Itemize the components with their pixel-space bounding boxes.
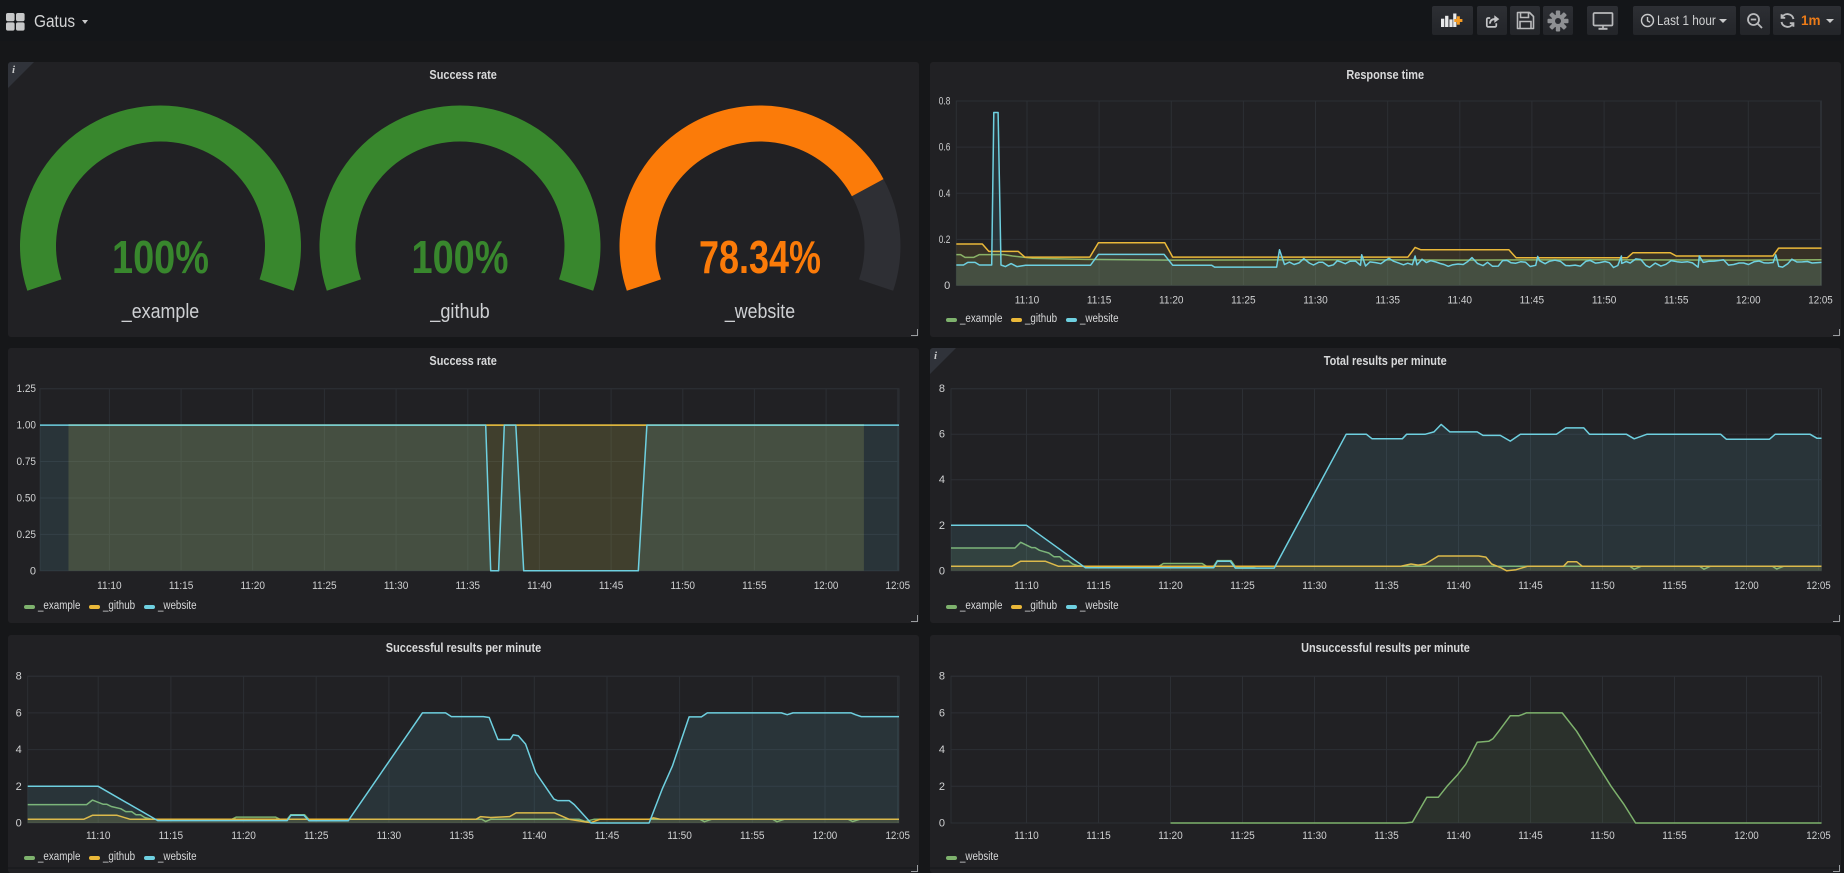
svg-text:11:50: 11:50 (671, 580, 696, 592)
svg-text:11:30: 11:30 (1302, 830, 1327, 842)
svg-text:12:05: 12:05 (1806, 580, 1831, 592)
svg-text:11:15: 11:15 (1086, 580, 1111, 592)
svg-text:11:40: 11:40 (1446, 830, 1471, 842)
svg-text:11:45: 11:45 (599, 580, 624, 592)
svg-text:0: 0 (939, 565, 945, 577)
svg-text:12:00: 12:00 (813, 830, 838, 842)
svg-text:11:55: 11:55 (1664, 295, 1689, 307)
svg-text:11:25: 11:25 (312, 580, 337, 592)
svg-text:12:00: 12:00 (1734, 580, 1759, 592)
svg-text:11:30: 11:30 (377, 830, 402, 842)
svg-text:0: 0 (30, 565, 36, 577)
svg-text:11:15: 11:15 (1086, 830, 1111, 842)
svg-text:11:15: 11:15 (159, 830, 184, 842)
svg-text:1.00: 1.00 (17, 420, 37, 432)
svg-text:11:40: 11:40 (527, 580, 552, 592)
svg-text:11:20: 11:20 (1159, 295, 1184, 307)
svg-text:11:15: 11:15 (1087, 295, 1112, 307)
svg-text:11:55: 11:55 (1662, 580, 1687, 592)
svg-text:11:10: 11:10 (97, 580, 122, 592)
svg-text:0: 0 (16, 818, 22, 830)
svg-text:11:35: 11:35 (1374, 580, 1399, 592)
svg-text:100%: 100% (412, 231, 509, 283)
svg-text:12:05: 12:05 (1808, 295, 1833, 307)
svg-text:0.75: 0.75 (17, 456, 37, 468)
svg-text:11:45: 11:45 (1518, 830, 1543, 842)
svg-text:2: 2 (16, 781, 22, 793)
svg-text:0: 0 (944, 280, 950, 292)
svg-text:8: 8 (939, 383, 945, 395)
svg-text:11:50: 11:50 (1592, 295, 1617, 307)
svg-text:0.8: 0.8 (939, 96, 951, 108)
svg-text:1.25: 1.25 (17, 383, 37, 395)
svg-text:0.2: 0.2 (939, 234, 951, 246)
svg-text:11:25: 11:25 (304, 830, 329, 842)
svg-text:11:20: 11:20 (1158, 580, 1183, 592)
svg-text:0.6: 0.6 (939, 142, 951, 154)
svg-text:11:55: 11:55 (1662, 830, 1687, 842)
svg-text:11:10: 11:10 (1014, 830, 1039, 842)
svg-text:4: 4 (16, 744, 22, 756)
svg-text:11:10: 11:10 (1015, 295, 1040, 307)
svg-text:11:20: 11:20 (240, 580, 265, 592)
svg-text:_example: _example (121, 301, 199, 323)
svg-text:8: 8 (939, 671, 945, 683)
svg-text:8: 8 (16, 671, 22, 683)
svg-text:11:10: 11:10 (1014, 580, 1039, 592)
svg-text:11:50: 11:50 (1590, 830, 1615, 842)
svg-text:12:00: 12:00 (814, 580, 839, 592)
svg-text:0.4: 0.4 (939, 188, 951, 200)
svg-text:4: 4 (939, 744, 945, 756)
svg-text:0.50: 0.50 (17, 493, 37, 505)
svg-text:11:35: 11:35 (1375, 295, 1400, 307)
svg-text:11:55: 11:55 (740, 830, 765, 842)
svg-text:11:20: 11:20 (1158, 830, 1183, 842)
svg-text:12:05: 12:05 (886, 580, 911, 592)
svg-text:11:20: 11:20 (231, 830, 256, 842)
svg-text:0.25: 0.25 (17, 529, 37, 541)
svg-text:100%: 100% (112, 231, 209, 283)
svg-text:11:35: 11:35 (1374, 830, 1399, 842)
svg-text:11:40: 11:40 (1448, 295, 1473, 307)
svg-text:0: 0 (939, 818, 945, 830)
svg-text:12:05: 12:05 (885, 830, 910, 842)
svg-text:4: 4 (939, 474, 945, 486)
svg-text:2: 2 (939, 781, 945, 793)
svg-text:11:55: 11:55 (742, 580, 767, 592)
svg-text:_github: _github (429, 301, 489, 323)
svg-text:11:50: 11:50 (667, 830, 692, 842)
svg-text:_website: _website (724, 301, 795, 323)
svg-text:11:25: 11:25 (1230, 830, 1255, 842)
svg-text:6: 6 (939, 707, 945, 719)
svg-text:11:30: 11:30 (1302, 580, 1327, 592)
svg-text:2: 2 (939, 520, 945, 532)
svg-text:11:50: 11:50 (1590, 580, 1615, 592)
svg-text:12:05: 12:05 (1806, 830, 1831, 842)
svg-text:11:30: 11:30 (1303, 295, 1328, 307)
svg-text:11:35: 11:35 (456, 580, 481, 592)
svg-text:78.34%: 78.34% (699, 231, 821, 283)
svg-text:11:40: 11:40 (522, 830, 547, 842)
svg-text:11:15: 11:15 (169, 580, 194, 592)
svg-text:11:40: 11:40 (1446, 580, 1471, 592)
svg-text:6: 6 (939, 429, 945, 441)
svg-text:11:10: 11:10 (86, 830, 111, 842)
svg-text:11:30: 11:30 (384, 580, 409, 592)
svg-text:12:00: 12:00 (1734, 830, 1759, 842)
svg-text:11:45: 11:45 (1518, 580, 1543, 592)
svg-text:6: 6 (16, 707, 22, 719)
svg-text:11:45: 11:45 (1520, 295, 1545, 307)
svg-text:12:00: 12:00 (1736, 295, 1761, 307)
svg-text:11:35: 11:35 (449, 830, 474, 842)
svg-text:11:45: 11:45 (595, 830, 620, 842)
svg-text:11:25: 11:25 (1231, 295, 1256, 307)
svg-text:11:25: 11:25 (1230, 580, 1255, 592)
